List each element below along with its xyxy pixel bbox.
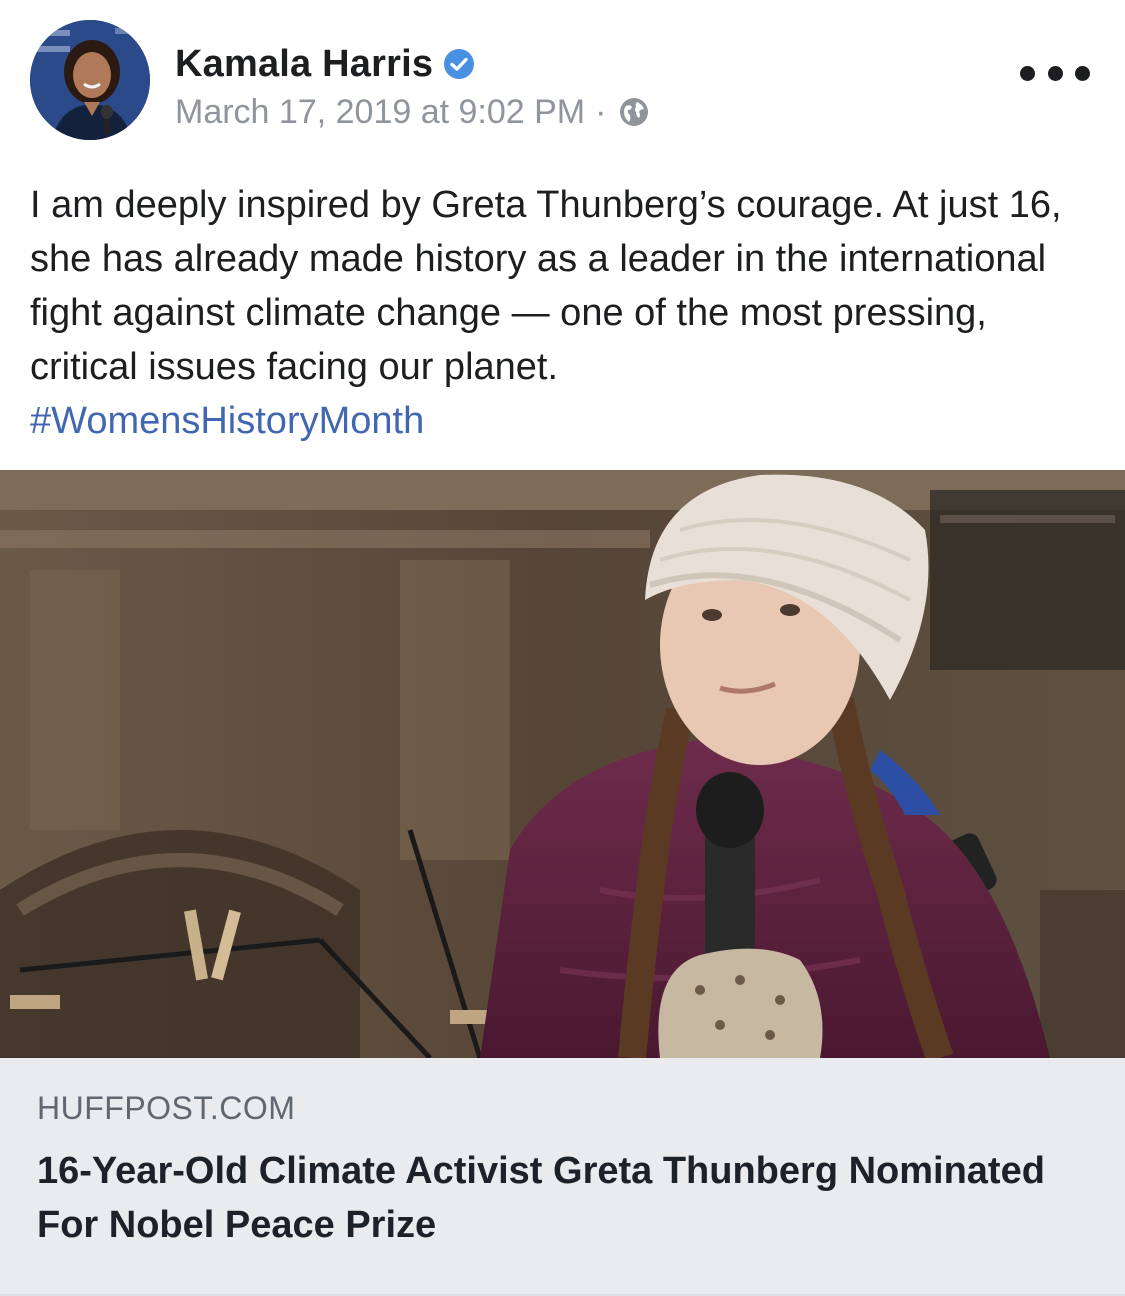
more-options-icon: [1020, 65, 1035, 81]
link-preview-card[interactable]: HUFFPOST.COM 16-Year-Old Climate Activis…: [0, 470, 1125, 1296]
hashtag-link[interactable]: #WomensHistoryMonth: [30, 394, 1105, 448]
link-preview-info[interactable]: HUFFPOST.COM 16-Year-Old Climate Activis…: [0, 1058, 1125, 1296]
facebook-post: Kamala Harris March 17, 2019 at 9:02 PM …: [0, 0, 1125, 1296]
link-preview-image[interactable]: [0, 470, 1125, 1058]
post-meta: March 17, 2019 at 9:02 PM ·: [175, 90, 650, 134]
author-avatar[interactable]: [30, 20, 150, 140]
post-timestamp[interactable]: March 17, 2019 at 9:02 PM: [175, 93, 585, 132]
author-name[interactable]: Kamala Harris: [175, 43, 433, 86]
post-header: Kamala Harris March 17, 2019 at 9:02 PM …: [0, 0, 1125, 160]
link-domain: HUFFPOST.COM: [37, 1090, 296, 1126]
post-text: I am deeply inspired by Greta Thunberg’s…: [30, 178, 1105, 448]
meta-separator: ·: [595, 92, 607, 131]
more-options-button[interactable]: [1020, 55, 1090, 91]
verified-badge-icon: [444, 49, 475, 79]
more-options-icon: [1075, 65, 1090, 81]
author-row: Kamala Harris: [175, 40, 475, 88]
globe-icon[interactable]: [618, 96, 650, 128]
link-title[interactable]: 16-Year-Old Climate Activist Greta Thunb…: [37, 1144, 1087, 1252]
more-options-icon: [1047, 65, 1063, 81]
post-body: I am deeply inspired by Greta Thunberg’s…: [30, 184, 1062, 388]
